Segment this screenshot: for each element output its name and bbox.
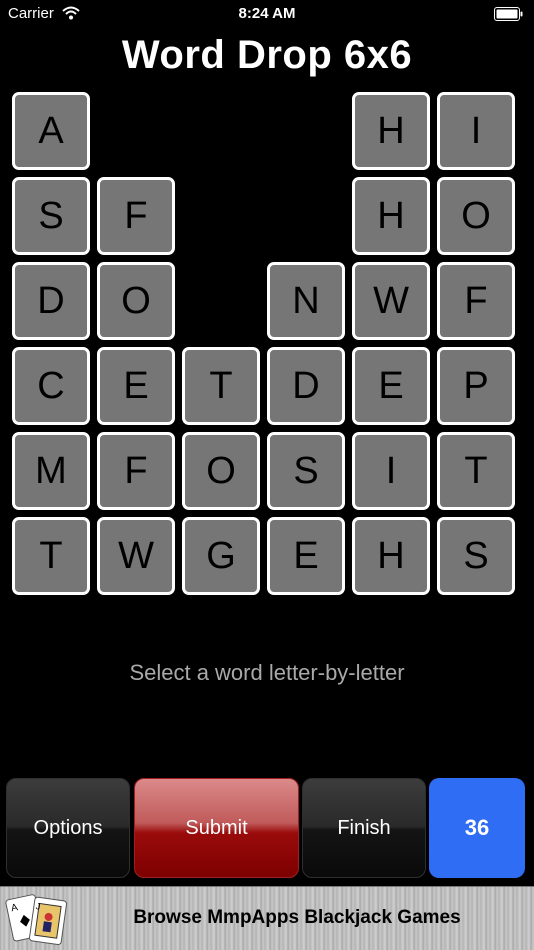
- letter-tile[interactable]: C: [12, 347, 90, 425]
- options-button[interactable]: Options: [6, 778, 130, 878]
- letter-tile[interactable]: W: [97, 517, 175, 595]
- letter-tile[interactable]: S: [437, 517, 515, 595]
- letter-tile[interactable]: P: [437, 347, 515, 425]
- letter-tile[interactable]: N: [267, 262, 345, 340]
- status-bar: Carrier 8:24 AM: [0, 0, 534, 28]
- letter-board: AHISFHODONWFCETDEPMFOSITTWGEHS: [12, 92, 522, 602]
- letter-tile[interactable]: O: [437, 177, 515, 255]
- letter-tile[interactable]: E: [352, 347, 430, 425]
- letter-tile[interactable]: M: [12, 432, 90, 510]
- letter-tile[interactable]: D: [12, 262, 90, 340]
- battery-icon: [494, 7, 523, 21]
- ad-text: Browse MmpApps Blackjack Games: [133, 907, 461, 928]
- letter-tile[interactable]: D: [267, 347, 345, 425]
- letter-tile[interactable]: F: [97, 177, 175, 255]
- submit-button[interactable]: Submit: [134, 778, 299, 878]
- letter-tile[interactable]: S: [12, 177, 90, 255]
- letter-tile[interactable]: S: [267, 432, 345, 510]
- game-title: Word Drop 6x6: [121, 33, 413, 77]
- finish-button[interactable]: Finish: [302, 778, 426, 878]
- instruction-text: Select a word letter-by-letter: [129, 660, 405, 685]
- letter-tile[interactable]: A: [12, 92, 90, 170]
- letter-tile[interactable]: O: [97, 262, 175, 340]
- letter-tile[interactable]: O: [182, 432, 260, 510]
- letter-tile[interactable]: E: [97, 347, 175, 425]
- letter-tile[interactable]: H: [352, 92, 430, 170]
- tile-count-button[interactable]: 36: [429, 778, 525, 878]
- letter-tile[interactable]: W: [352, 262, 430, 340]
- letter-tile[interactable]: H: [352, 177, 430, 255]
- letter-tile[interactable]: T: [182, 347, 260, 425]
- letter-tile[interactable]: F: [437, 262, 515, 340]
- letter-tile[interactable]: T: [12, 517, 90, 595]
- letter-tile[interactable]: G: [182, 517, 260, 595]
- letter-tile[interactable]: F: [97, 432, 175, 510]
- letter-tile[interactable]: T: [437, 432, 515, 510]
- letter-tile[interactable]: E: [267, 517, 345, 595]
- status-time: 8:24 AM: [238, 5, 296, 22]
- ad-banner[interactable]: A J Browse MmpApps Blackjack Games: [0, 886, 534, 950]
- letter-tile[interactable]: I: [437, 92, 515, 170]
- letter-tile[interactable]: H: [352, 517, 430, 595]
- letter-tile[interactable]: I: [352, 432, 430, 510]
